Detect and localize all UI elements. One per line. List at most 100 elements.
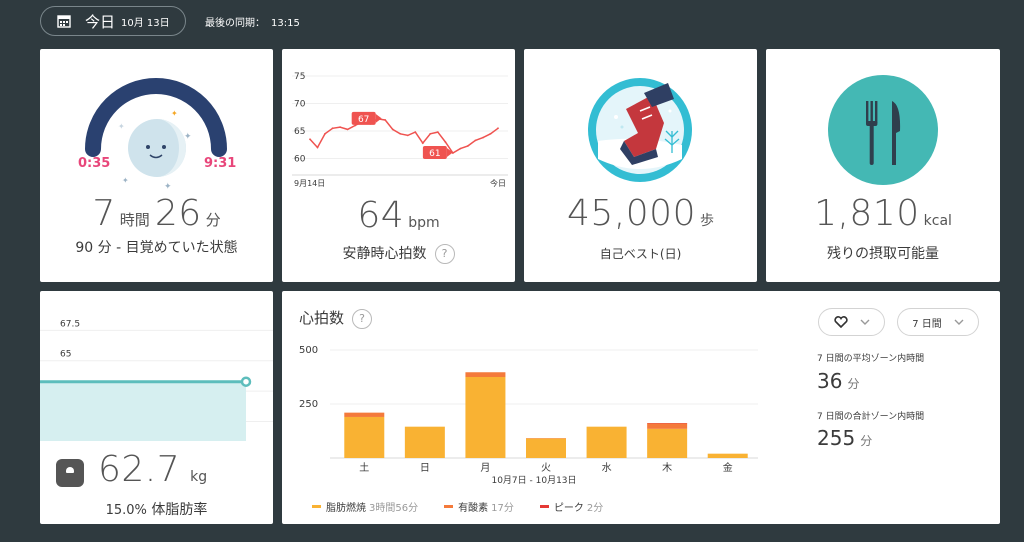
data-point — [316, 146, 319, 149]
sparkle-icon: ✦ — [171, 109, 178, 118]
resting-hr-chart: 75 70 65 60 67 61 9月14日 今日 — [292, 72, 508, 188]
food-badge — [828, 75, 938, 185]
top-bar: 今日 10月 13日 最後の同期： 13:15 — [0, 0, 1024, 44]
data-point — [497, 127, 499, 130]
y-tick-label: 67.5 — [60, 319, 80, 329]
y-tick-label: 60 — [294, 155, 306, 165]
heart-zones-chart: 500 250 土 日 月 火 水 木 金 10月7日 - 10月13日 — [299, 345, 758, 486]
y-tick-label: 75 — [294, 72, 305, 82]
y-tick-label: 65 — [60, 350, 71, 360]
period-dropdown[interactable]: 7 日間 — [897, 308, 979, 336]
y-tick-label: 500 — [299, 345, 318, 356]
legend-cardio: 有酸素 17分 — [444, 499, 514, 514]
max-hr-marker: 67 — [351, 111, 382, 125]
avg-zone-number: 36 — [817, 369, 843, 393]
last-sync: 最後の同期： 13:15 — [205, 14, 306, 29]
min-hr-label: 61 — [429, 149, 440, 159]
metric-dropdown[interactable] — [818, 308, 885, 336]
data-point — [406, 134, 409, 137]
chevron-down-icon — [954, 319, 964, 325]
legend-swatch — [444, 505, 454, 508]
x-tick-label: 土 — [359, 461, 369, 474]
x-axis-range: 10月7日 - 10月13日 — [491, 475, 576, 486]
date-selector[interactable]: 今日 10月 13日 — [40, 6, 186, 36]
bar-segment — [647, 428, 688, 458]
calories-label: 残りの摂取可能量 — [827, 246, 939, 262]
weight-value: 62.7 kg — [98, 449, 207, 490]
date-label: 10月 13日 — [121, 17, 170, 29]
sleep-hours: 7 — [92, 193, 116, 234]
star-icon: ✦ — [118, 122, 125, 131]
x-axis-start: 9月14日 — [294, 179, 325, 188]
avg-zone-unit: 分 — [847, 377, 860, 391]
chevron-down-icon — [860, 319, 869, 325]
body-fat: 15.0% 体脂肪率 — [40, 499, 273, 519]
star-icon: ✦ — [122, 176, 129, 185]
legend-minutes: 2分 — [586, 503, 604, 514]
today-label: 今日 — [85, 12, 116, 31]
max-hr-label: 67 — [358, 115, 369, 125]
steps-value: 45,000 歩 — [524, 193, 757, 234]
heart-zones-card[interactable]: 心拍数? 500 250 土日月火水木金 10月7日 - 10月13日 脂肪燃焼 3… — [282, 291, 1000, 524]
weight-card[interactable]: 67.56562.560 62.7kg 15.0% 体脂肪率 — [40, 291, 273, 524]
sleep-card[interactable]: ✦ ✦ ✦ ✦ ✦ 0:35 9:31 7 時間 26 分 90 分 - 目覚めてい… — [40, 49, 273, 282]
steps-badge — [588, 78, 692, 182]
calories-unit: kcal — [923, 213, 952, 229]
data-point — [331, 127, 334, 130]
bar-segment — [647, 423, 688, 429]
steps-card[interactable]: 45,000 歩 自己ベスト(日) — [524, 49, 757, 282]
weight-current-point[interactable] — [240, 376, 252, 387]
data-point — [489, 132, 492, 135]
body-fat-label: 体脂肪率 — [151, 502, 208, 518]
sleep-minutes-unit: 分 — [205, 211, 221, 229]
data-point — [346, 128, 349, 131]
x-tick-label: 火 — [541, 462, 551, 474]
resting-hr-card[interactable]: 75 70 65 60 67 61 9月14日 今日 64 bpm 安静時心拍数? — [282, 49, 515, 282]
weight-chart: 67.56562.560 — [40, 319, 273, 441]
data-point — [474, 139, 477, 142]
legend-swatch — [312, 505, 321, 508]
resting-hr-title: 安静時心拍数? — [282, 243, 515, 264]
sleep-graphic: ✦ ✦ ✦ ✦ ✦ — [85, 78, 227, 192]
calendar-icon — [57, 15, 71, 28]
weight-area — [40, 381, 246, 441]
x-tick-label: 水 — [602, 462, 612, 474]
legend-peak: ピーク 2分 — [539, 499, 604, 514]
star-icon: ✦ — [164, 182, 172, 192]
y-tick-label: 70 — [294, 100, 306, 110]
star-icon: ✦ — [184, 132, 192, 142]
avg-zone-value: 36 分 — [817, 369, 860, 393]
total-zone-label: 7 日間の合計ゾーン内時間 — [817, 412, 925, 422]
help-icon[interactable]: ? — [434, 244, 455, 264]
bar-segment — [344, 416, 385, 458]
sleep-end-time: 9:31 — [204, 156, 237, 171]
legend-minutes: 17分 — [491, 503, 514, 514]
x-axis-end: 今日 — [490, 178, 506, 188]
sleep-duration: 7 時間 26 分 — [40, 193, 273, 234]
resting-hr-label: 安静時心拍数 — [342, 246, 427, 262]
heart-zones-legend: 脂肪燃焼 3時間56分 有酸素 17分 ピーク 2分 — [312, 499, 603, 514]
bar-segment — [526, 438, 566, 458]
resting-hr-line — [309, 118, 499, 155]
data-point — [436, 131, 439, 133]
data-point — [467, 144, 469, 147]
x-tick-label: 金 — [723, 461, 733, 474]
sleep-awake-text: 90 分 - 目覚めていた状態 — [75, 240, 238, 256]
sleep-minutes: 26 — [154, 193, 202, 234]
data-point — [391, 128, 394, 131]
calories-value: 1,810 kcal — [766, 193, 1000, 234]
data-point — [339, 126, 341, 129]
calories-card[interactable]: 1,810 kcal 残りの摂取可能量 — [766, 49, 1000, 282]
legend-fat-burn: 脂肪燃焼 3時間56分 — [312, 499, 418, 514]
steps-unit: 歩 — [699, 213, 714, 229]
steps-number: 45,000 — [567, 193, 696, 234]
legend-swatch — [539, 505, 549, 508]
calories-number: 1,810 — [814, 193, 920, 234]
y-tick-label: 250 — [299, 399, 318, 410]
data-point — [421, 142, 424, 144]
total-zone-number: 255 — [817, 426, 856, 450]
scale-icon — [56, 459, 84, 487]
weight-unit: kg — [190, 469, 208, 485]
bar-segment — [344, 412, 385, 417]
data-point — [482, 136, 484, 139]
